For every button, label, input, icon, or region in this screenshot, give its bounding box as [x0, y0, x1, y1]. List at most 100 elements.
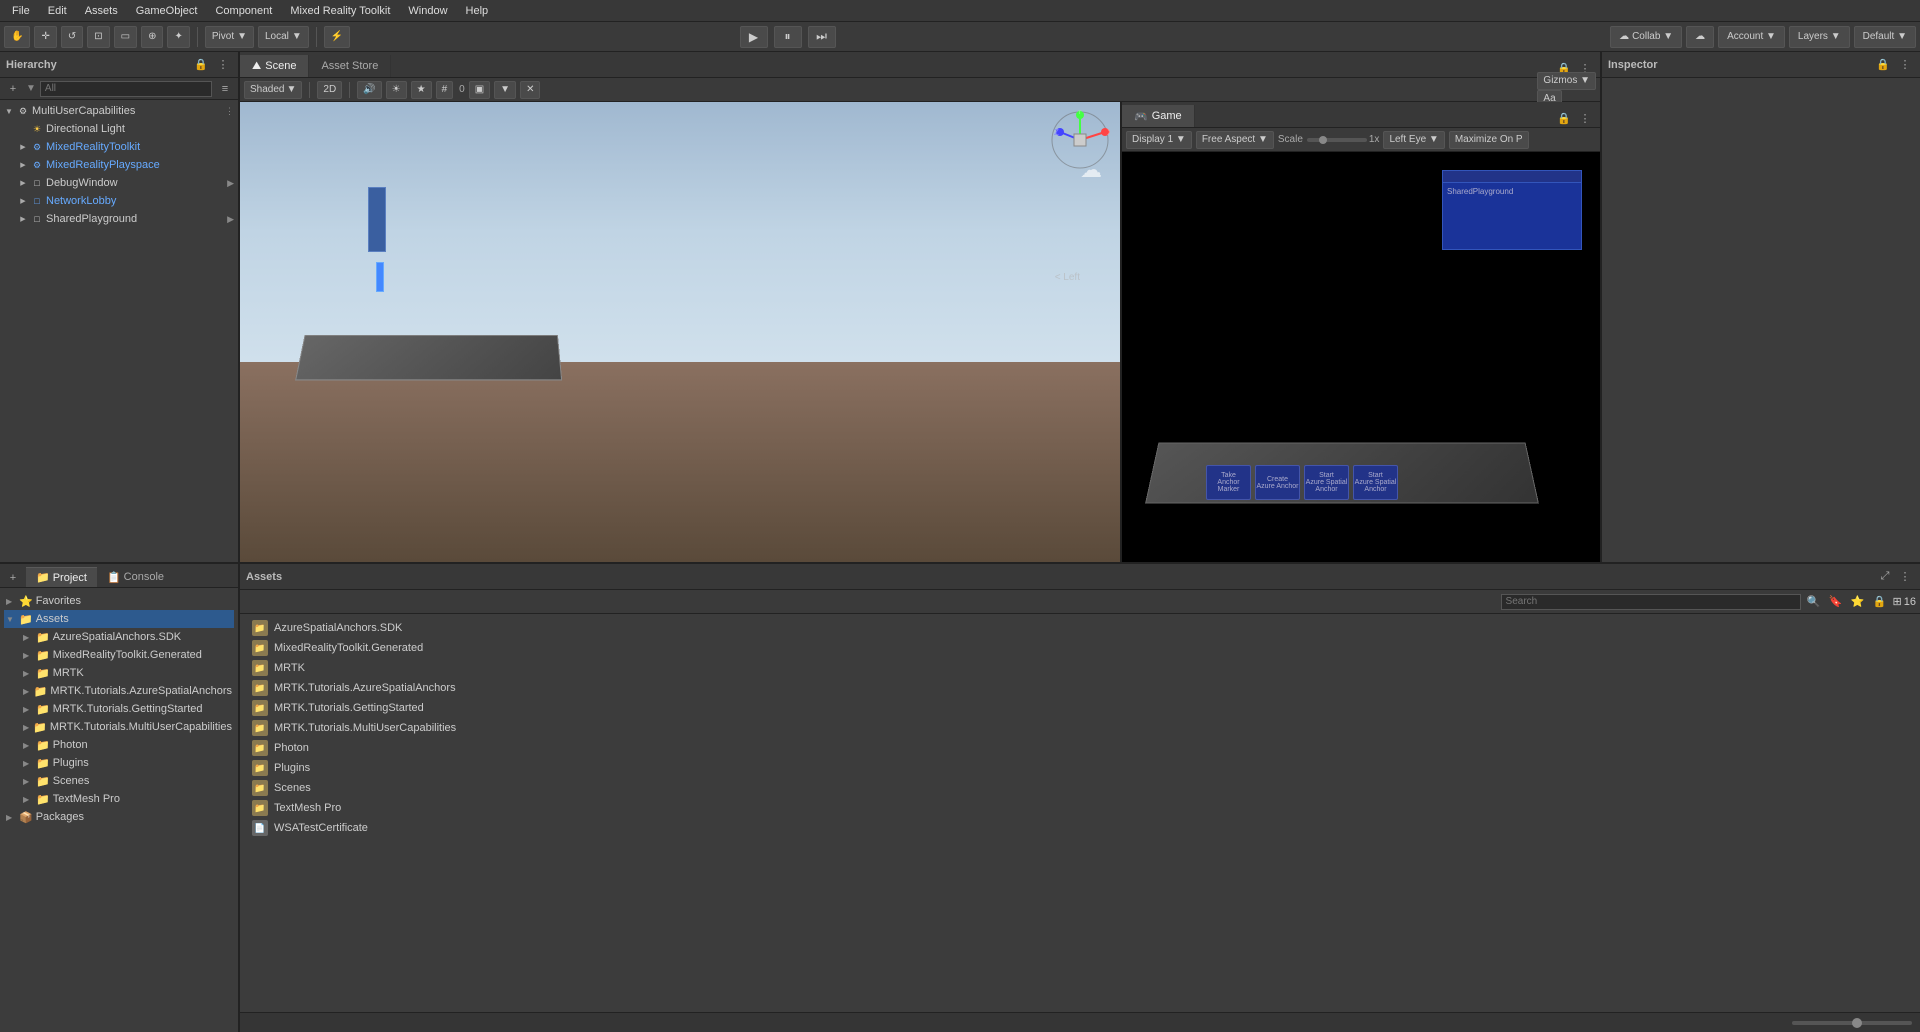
snap-btn[interactable]: ⚡ — [324, 26, 350, 48]
default-btn[interactable]: Default ▼ — [1854, 26, 1916, 48]
scene-viewport[interactable]: X Y Z < Left ☁ — [240, 102, 1120, 562]
scale-slider-track[interactable] — [1307, 138, 1367, 142]
hierarchy-filter-btn[interactable]: ≡ — [216, 80, 234, 98]
menu-mixed-reality[interactable]: Mixed Reality Toolkit — [282, 3, 398, 19]
scene-grid-btn[interactable]: # — [436, 81, 454, 99]
gizmos-btn[interactable]: Gizmos ▼ — [1537, 72, 1596, 90]
2d-btn[interactable]: 2D — [317, 81, 342, 99]
hierarchy-item-5[interactable]: ▶ □ SharedPlayground ▶ — [0, 210, 238, 228]
assets-filter2-btn[interactable]: 🔒 — [1871, 593, 1889, 611]
asset-wsa-cert[interactable]: 📄 WSATestCertificate — [248, 818, 1912, 838]
game-lock-btn[interactable]: 🔒 — [1555, 109, 1573, 127]
eye-btn[interactable]: Left Eye ▼ — [1383, 131, 1444, 149]
scene-tab[interactable]: ⛰ Scene — [240, 55, 309, 77]
packages-item[interactable]: ▶ 📦 Packages — [4, 808, 234, 826]
menu-assets[interactable]: Assets — [77, 3, 126, 19]
aspect-btn[interactable]: Free Aspect ▼ — [1196, 131, 1274, 149]
hierarchy-item-1[interactable]: ▶ ⚙ MixedRealityToolkit — [0, 138, 238, 156]
menu-component[interactable]: Component — [207, 3, 280, 19]
scale-tool-btn[interactable]: ⊡ — [87, 26, 109, 48]
display-btn[interactable]: Display 1 ▼ — [1126, 131, 1192, 149]
inspector-more-btn[interactable]: ⋮ — [1896, 56, 1914, 74]
hierarchy-add-btn[interactable]: + — [4, 80, 22, 98]
hierarchy-more-btn[interactable]: ⋮ — [214, 56, 232, 74]
rotate-tool-btn[interactable]: ↺ — [61, 26, 83, 48]
hierarchy-item-4[interactable]: ▶ □ NetworkLobby — [0, 192, 238, 210]
rect-tool-btn[interactable]: ▭ — [114, 26, 137, 48]
hierarchy-search-input[interactable] — [40, 81, 212, 97]
asset-mrtk-azure[interactable]: 📁 MRTK.Tutorials.AzureSpatialAnchors — [248, 678, 1912, 698]
asset-mrtk-multi[interactable]: 📁 MRTK.Tutorials.MultiUserCapabilities — [248, 718, 1912, 738]
tree-mrtk-getting[interactable]: ▶ 📁 MRTK.Tutorials.GettingStarted — [4, 700, 234, 718]
asset-mrtk[interactable]: 📁 MRTK — [248, 658, 1912, 678]
maximize-btn[interactable]: Maximize On P — [1449, 131, 1529, 149]
hierarchy-lock-btn[interactable]: 🔒 — [192, 56, 210, 74]
cloud-btn[interactable]: ☁ — [1686, 26, 1714, 48]
tree-mrtk-multi[interactable]: ▶ 📁 MRTK.Tutorials.MultiUserCapabilities — [4, 718, 234, 736]
hierarchy-item-3[interactable]: ▶ □ DebugWindow ▶ — [0, 174, 238, 192]
play-btn[interactable]: ▶ — [740, 26, 768, 48]
scene-more-btn2[interactable]: ✕ — [520, 81, 540, 99]
asset-plugins[interactable]: 📁 Plugins — [248, 758, 1912, 778]
scene-filter-btn[interactable]: ▼ — [494, 81, 516, 99]
ui-card-0[interactable]: TakeAnchor Marker — [1206, 465, 1251, 500]
ui-card-1[interactable]: CreateAzure Anchor — [1255, 465, 1300, 500]
collab-btn[interactable]: ☁ Collab ▼ — [1610, 26, 1682, 48]
local-btn[interactable]: Local▼ — [258, 26, 309, 48]
search-icon-btn[interactable]: 🔍 — [1805, 593, 1823, 611]
tree-mrtk-gen[interactable]: ▶ 📁 MixedRealityToolkit.Generated — [4, 646, 234, 664]
assets-more-btn[interactable]: ⋮ — [1896, 568, 1914, 586]
assets-expand-btn[interactable]: ⤢ — [1876, 568, 1894, 586]
game-more-btn[interactable]: ⋮ — [1576, 109, 1594, 127]
pivot-btn[interactable]: Pivot▼ — [205, 26, 254, 48]
audio-btn[interactable]: 🔊 — [357, 81, 381, 99]
ui-card-2[interactable]: StartAzure Spatial Anchor — [1304, 465, 1349, 500]
asset-mrtk-gen[interactable]: 📁 MixedRealityToolkit.Generated — [248, 638, 1912, 658]
tree-textmesh[interactable]: ▶ 📁 TextMesh Pro — [4, 790, 234, 808]
layers-btn[interactable]: Layers ▼ — [1789, 26, 1850, 48]
tree-scenes[interactable]: ▶ 📁 Scenes — [4, 772, 234, 790]
shading-btn[interactable]: Shaded▼ — [244, 81, 302, 99]
console-tab[interactable]: 📋 Console — [97, 567, 174, 587]
asset-store-tab[interactable]: Asset Store — [309, 55, 391, 77]
assets-star-btn[interactable]: ⭐ — [1849, 593, 1867, 611]
menu-window[interactable]: Window — [400, 3, 455, 19]
menu-help[interactable]: Help — [458, 3, 497, 19]
inspector-lock-btn[interactable]: 🔒 — [1874, 56, 1892, 74]
game-viewport[interactable]: SharedPlayground TakeAnchor Marker Creat… — [1122, 152, 1600, 562]
asset-azure-sdk[interactable]: 📁 AzureSpatialAnchors.SDK — [248, 618, 1912, 638]
render-path-btn[interactable]: ▣ — [469, 81, 490, 99]
menu-file[interactable]: File — [4, 3, 38, 19]
hand-tool-btn[interactable]: ✋ — [4, 26, 30, 48]
move-tool-btn[interactable]: ✛ — [34, 26, 56, 48]
favorites-item[interactable]: ▶ ⭐ Favorites — [4, 592, 234, 610]
tree-photon[interactable]: ▶ 📁 Photon — [4, 736, 234, 754]
zoom-slider-track[interactable] — [1792, 1021, 1912, 1025]
asset-scenes[interactable]: 📁 Scenes — [248, 778, 1912, 798]
asset-mrtk-getting[interactable]: 📁 MRTK.Tutorials.GettingStarted — [248, 698, 1912, 718]
transform-tool-btn[interactable]: ⊕ — [141, 26, 163, 48]
game-tab[interactable]: 🎮 Game — [1122, 105, 1195, 127]
asset-photon[interactable]: 📁 Photon — [248, 738, 1912, 758]
project-add-btn[interactable]: + — [4, 569, 22, 587]
lighting-btn[interactable]: ☀ — [386, 81, 407, 99]
hierarchy-item-2[interactable]: ▶ ⚙ MixedRealityPlayspace — [0, 156, 238, 174]
custom-tool-btn[interactable]: ✦ — [167, 26, 189, 48]
ui-card-3[interactable]: StartAzure Spatial Anchor — [1353, 465, 1398, 500]
project-tab[interactable]: 📁 Project — [26, 567, 97, 587]
asset-textmesh[interactable]: 📁 TextMesh Pro — [248, 798, 1912, 818]
tree-mrtk[interactable]: ▶ 📁 MRTK — [4, 664, 234, 682]
menu-gameobject[interactable]: GameObject — [128, 3, 206, 19]
assets-filter1-btn[interactable]: 🔖 — [1827, 593, 1845, 611]
tree-azure-sdk[interactable]: ▶ 📁 AzureSpatialAnchors.SDK — [4, 628, 234, 646]
assets-search-input[interactable] — [1501, 594, 1801, 610]
fx-btn[interactable]: ★ — [411, 81, 432, 99]
account-btn[interactable]: Account ▼ — [1718, 26, 1785, 48]
menu-edit[interactable]: Edit — [40, 3, 75, 19]
assets-root-item[interactable]: ▼ 📁 Assets — [4, 610, 234, 628]
hierarchy-root[interactable]: ▼ ⚙ MultiUserCapabilities ⋮ — [0, 102, 238, 120]
tree-plugins[interactable]: ▶ 📁 Plugins — [4, 754, 234, 772]
step-btn[interactable]: ⏭ — [808, 26, 836, 48]
pause-btn[interactable]: ⏸ — [774, 26, 802, 48]
tree-mrtk-azure[interactable]: ▶ 📁 MRTK.Tutorials.AzureSpatialAnchors — [4, 682, 234, 700]
